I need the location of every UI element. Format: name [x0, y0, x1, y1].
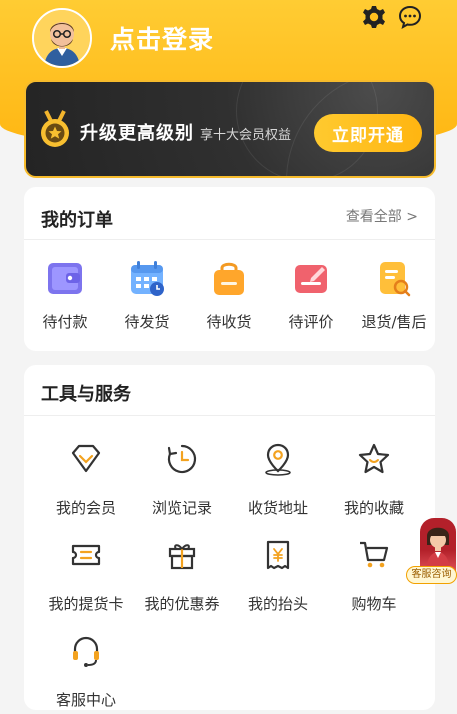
tool-label: 我的提货卡 — [48, 595, 124, 613]
settings-icon[interactable] — [361, 4, 387, 30]
calendar-icon — [131, 261, 164, 296]
tool-label: 收货地址 — [247, 499, 308, 517]
order-pending-receipt[interactable]: 待收货 — [188, 258, 270, 334]
location-pin-icon — [265, 443, 291, 476]
card-divider — [24, 415, 435, 416]
customer-service-consult-button[interactable]: 客服咨询 — [406, 566, 457, 584]
tools-card: 工具与服务 我的会员 浏览记录 收货地址 我的收藏 我的提货卡 我的优惠券 我的… — [24, 365, 435, 710]
order-label: 待收货 — [206, 313, 252, 331]
login-link[interactable]: 点击登录 — [110, 20, 214, 56]
order-label: 待发货 — [124, 313, 170, 331]
user-avatar-icon[interactable] — [32, 8, 92, 68]
tool-label: 客服中心 — [55, 691, 116, 709]
tool-label: 浏览记录 — [151, 499, 212, 517]
tool-label: 我的抬头 — [247, 595, 308, 613]
tool-label: 我的收藏 — [343, 499, 404, 517]
order-pending-shipment[interactable]: 待发货 — [106, 258, 188, 334]
message-icon[interactable] — [397, 4, 423, 30]
tool-coupons[interactable]: 我的优惠券 — [134, 538, 230, 618]
headset-icon — [73, 636, 99, 667]
card-ticket-icon — [71, 544, 101, 566]
tools-title: 工具与服务 — [41, 384, 131, 405]
activate-vip-button[interactable]: 立即开通 — [314, 114, 422, 152]
invoice-icon — [266, 540, 290, 570]
tool-my-membership[interactable]: 我的会员 — [38, 442, 134, 522]
tool-customer-service-center[interactable]: 客服中心 — [38, 634, 134, 714]
card-divider — [24, 239, 435, 240]
order-returns[interactable]: 退货/售后 — [353, 258, 435, 334]
tool-label: 我的会员 — [55, 499, 116, 517]
tool-invoice-header[interactable]: 我的抬头 — [230, 538, 326, 618]
vip-title: 升级更高级别 — [80, 123, 194, 144]
tool-shipping-address[interactable]: 收货地址 — [230, 442, 326, 522]
wallet-icon — [48, 263, 82, 294]
order-pending-payment[interactable]: 待付款 — [24, 258, 106, 334]
return-doc-icon — [380, 262, 411, 297]
view-all-orders-link[interactable]: 查看全部 > — [346, 206, 418, 226]
tool-browsing-history[interactable]: 浏览记录 — [134, 442, 230, 522]
cart-icon — [360, 541, 389, 568]
star-icon — [358, 443, 390, 474]
medal-icon — [41, 110, 69, 147]
order-label: 退货/售后 — [361, 313, 427, 331]
order-pending-review[interactable]: 待评价 — [270, 258, 352, 334]
vip-subtitle: 享十大会员权益 — [200, 128, 292, 143]
shopping-bag-icon — [214, 262, 244, 295]
edit-review-icon — [295, 265, 327, 293]
history-clock-icon — [167, 444, 197, 474]
vip-banner[interactable]: 升级更高级别 享十大会员权益 立即开通 — [24, 80, 436, 178]
tool-label: 我的优惠券 — [144, 595, 220, 613]
orders-card: 我的订单 查看全部 > 待付款 待发货 待收货 待评价 退货/售后 — [24, 187, 435, 351]
orders-title: 我的订单 — [41, 210, 113, 231]
order-label: 待评价 — [288, 313, 334, 331]
gift-icon — [168, 544, 196, 570]
tool-my-favorites[interactable]: 我的收藏 — [326, 442, 422, 522]
diamond-icon — [71, 444, 101, 473]
tool-pickup-card[interactable]: 我的提货卡 — [38, 538, 134, 618]
tool-label: 购物车 — [351, 595, 397, 613]
order-label: 待付款 — [42, 313, 88, 331]
